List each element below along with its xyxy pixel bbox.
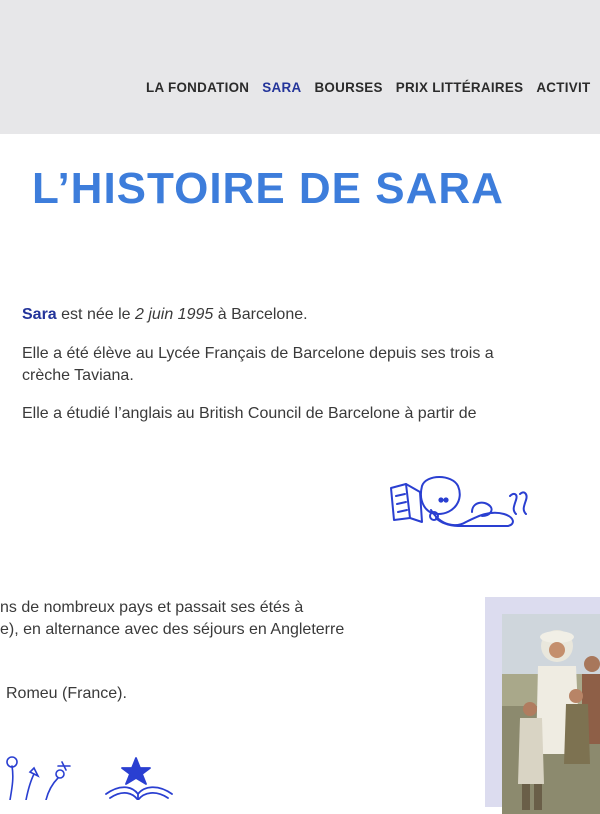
birth-date: 2 juin 1995 [134, 306, 214, 323]
open-book-doodle [105, 757, 173, 800]
travel-line-1: ns de nombreux pays et passait ses étés … [0, 599, 304, 616]
english-paragraph: Elle a étudié l’anglais au British Counc… [22, 405, 477, 422]
nav-item-la-fondation[interactable]: LA FONDATION [146, 80, 249, 95]
page-title: L’HISTOIRE DE SARA [32, 164, 504, 213]
nav-item-bourses[interactable]: BOURSES [314, 80, 382, 95]
school-paragraph: Elle a été élève au Lycée Français de Ba… [22, 343, 494, 387]
birth-place: à Barcelone. [213, 306, 308, 323]
travel-line-2: e), en alternance avec des séjours en An… [0, 621, 345, 638]
birth-paragraph: Sara est née le 2 juin 1995 à Barcelone. [22, 304, 308, 326]
birth-text: est née le [56, 306, 135, 323]
nav-item-sara[interactable]: SARA [262, 80, 301, 95]
travel-paragraph: ns de nombreux pays et passait ses étés … [0, 597, 344, 641]
site-header: LA FONDATION SARA BOURSES PRIX LITTÉRAIRES A… [0, 0, 600, 134]
nav-item-prix-litteraires[interactable]: PRIX LITTÉRAIRES [396, 80, 524, 95]
reading-child-doodle [390, 476, 528, 527]
flowers-doodle [6, 756, 71, 800]
family-photo [502, 614, 600, 814]
school-line-2: crèche Taviana. [22, 367, 134, 384]
travel-paragraph-2: Romeu (France). [6, 685, 127, 702]
sara-name: Sara [22, 306, 57, 323]
school-line-1: Elle a été élève au Lycée Français de Ba… [22, 345, 494, 362]
nav-item-activites[interactable]: ACTIVIT [536, 80, 590, 95]
main-nav: LA FONDATION SARA BOURSES PRIX LITTÉRAIRES A… [146, 80, 600, 95]
